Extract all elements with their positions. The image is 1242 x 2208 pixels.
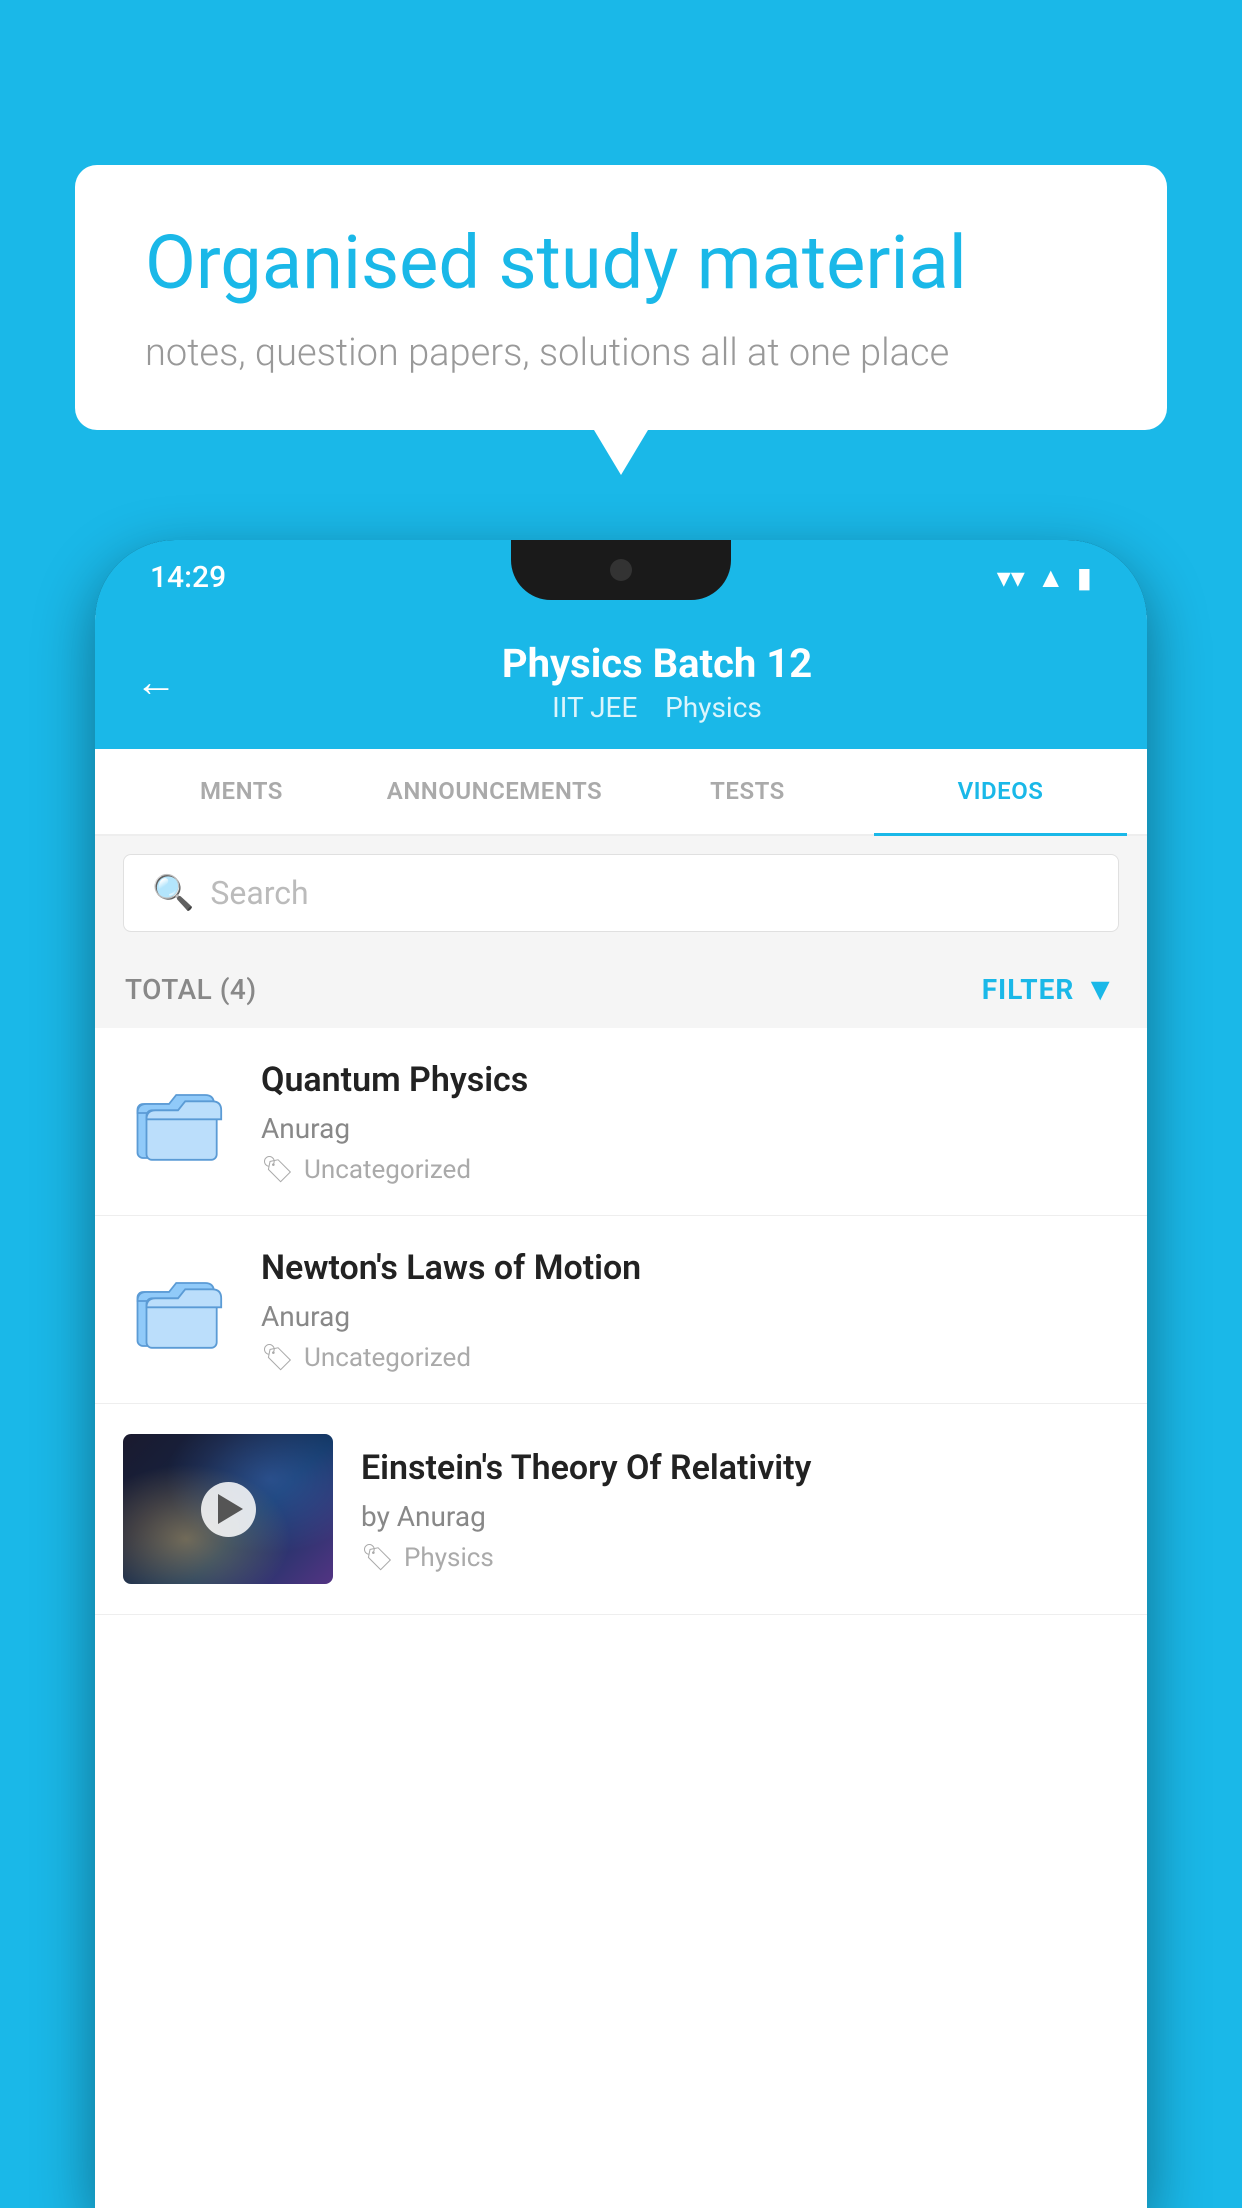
video-thumbnail (123, 1434, 333, 1584)
tab-tests[interactable]: TESTS (621, 749, 874, 836)
folder-icon (133, 1265, 223, 1355)
camera-dot (610, 559, 632, 581)
status-time: 14:29 (150, 560, 226, 595)
video-author: by Anurag (361, 1500, 1119, 1533)
video-author: Anurag (261, 1300, 1119, 1333)
filter-bar: TOTAL (4) FILTER ▼ (95, 950, 1147, 1028)
video-title: Einstein's Theory Of Relativity (361, 1446, 1119, 1490)
tab-announcements[interactable]: ANNOUNCEMENTS (368, 749, 621, 836)
header-subtitle: IIT JEE Physics (207, 691, 1107, 724)
speech-bubble-container: Organised study material notes, question… (75, 165, 1167, 430)
battery-icon: ▮ (1077, 561, 1092, 594)
tabs-container: MENTS ANNOUNCEMENTS TESTS VIDEOS (95, 749, 1147, 836)
search-bar[interactable]: 🔍 Search (123, 854, 1119, 932)
tag-icon: 🏷 (361, 1543, 394, 1573)
filter-button[interactable]: FILTER ▼ (982, 970, 1117, 1008)
total-label: TOTAL (4) (125, 973, 257, 1006)
search-icon: 🔍 (152, 873, 194, 913)
video-info: Einstein's Theory Of Relativity by Anura… (361, 1446, 1119, 1573)
status-bar: 14:29 ▾▾ ▲ ▮ (95, 540, 1147, 615)
tab-ments[interactable]: MENTS (115, 749, 368, 836)
tag-label: Physics (404, 1543, 494, 1573)
tab-videos[interactable]: VIDEOS (874, 749, 1127, 836)
video-tag: 🏷 Uncategorized (261, 1155, 1119, 1185)
wifi-icon: ▾▾ (997, 561, 1025, 594)
status-icons: ▾▾ ▲ ▮ (997, 561, 1092, 594)
app-content: ← Physics Batch 12 IIT JEE Physics MENTS… (95, 615, 1147, 2208)
signal-icon: ▲ (1037, 561, 1065, 594)
tag-icon: 🏷 (261, 1343, 294, 1373)
filter-label: FILTER (982, 973, 1075, 1006)
list-item[interactable]: Quantum Physics Anurag 🏷 Uncategorized (95, 1028, 1147, 1216)
phone-frame: 14:29 ▾▾ ▲ ▮ ← Physics Batch 12 IIT JEE … (95, 540, 1147, 2208)
tag-label: Uncategorized (304, 1155, 471, 1185)
bubble-subtitle: notes, question papers, solutions all at… (145, 331, 1097, 375)
search-placeholder: Search (210, 874, 308, 912)
folder-icon-wrap (123, 1255, 233, 1365)
back-button[interactable]: ← (135, 658, 177, 707)
play-triangle-icon (218, 1494, 243, 1524)
video-tag: 🏷 Physics (361, 1543, 1119, 1573)
video-list: Quantum Physics Anurag 🏷 Uncategorized (95, 1028, 1147, 2208)
play-button[interactable] (201, 1482, 256, 1537)
filter-funnel-icon: ▼ (1084, 970, 1117, 1008)
video-tag: 🏷 Uncategorized (261, 1343, 1119, 1373)
app-header: ← Physics Batch 12 IIT JEE Physics (95, 615, 1147, 749)
video-author: Anurag (261, 1112, 1119, 1145)
list-item[interactable]: Einstein's Theory Of Relativity by Anura… (95, 1404, 1147, 1615)
tag-label: Uncategorized (304, 1343, 471, 1373)
folder-icon (133, 1077, 223, 1167)
search-container: 🔍 Search (95, 836, 1147, 950)
header-title: Physics Batch 12 (207, 640, 1107, 687)
tag-icon: 🏷 (261, 1155, 294, 1185)
header-title-block: Physics Batch 12 IIT JEE Physics (207, 640, 1107, 724)
header-subtitle-iitjee: IIT JEE (552, 691, 637, 724)
folder-icon-wrap (123, 1067, 233, 1177)
phone-notch (511, 540, 731, 600)
header-subtitle-physics: Physics (665, 691, 762, 724)
video-info: Quantum Physics Anurag 🏷 Uncategorized (261, 1058, 1119, 1185)
speech-bubble: Organised study material notes, question… (75, 165, 1167, 430)
video-title: Quantum Physics (261, 1058, 1119, 1102)
list-item[interactable]: Newton's Laws of Motion Anurag 🏷 Uncateg… (95, 1216, 1147, 1404)
video-title: Newton's Laws of Motion (261, 1246, 1119, 1290)
video-info: Newton's Laws of Motion Anurag 🏷 Uncateg… (261, 1246, 1119, 1373)
bubble-title: Organised study material (145, 220, 1097, 309)
